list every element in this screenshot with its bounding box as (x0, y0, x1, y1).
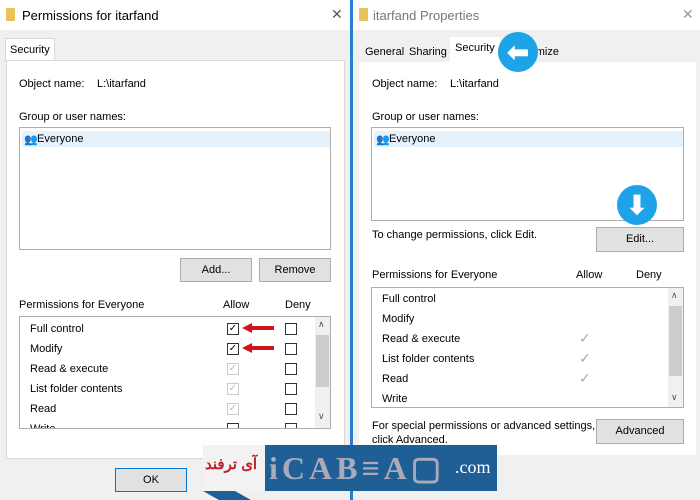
scrollbar-thumb[interactable] (316, 335, 329, 387)
permission-row: Write (30, 423, 56, 429)
permissions-dialog: Permissions for itarfand ✕ Security Obje… (0, 0, 350, 500)
list-item[interactable]: 👥 Everyone (22, 131, 330, 147)
close-button[interactable]: ✕ (331, 6, 343, 23)
allow-check-icon: ✓ (579, 370, 591, 386)
watermark-persian-text: آی ترفند (205, 456, 258, 473)
title-bar: itarfand Properties ✕ (353, 0, 700, 30)
tab-general[interactable]: General (361, 41, 408, 63)
allow-check-icon: ✓ (579, 330, 591, 346)
scroll-down-icon[interactable]: ∨ (671, 392, 678, 403)
permissions-list: ∧ ∨ Full control Modify Read & execute ✓ Lis… (371, 287, 684, 408)
properties-dialog: itarfand Properties ✕ General Sharing Se… (353, 0, 700, 500)
user-list[interactable]: 👥 Everyone (19, 127, 331, 250)
deny-checkbox[interactable] (285, 403, 297, 415)
deny-checkbox[interactable] (285, 323, 297, 335)
folder-icon (359, 8, 368, 21)
allow-checkbox[interactable]: ✓ (227, 403, 239, 415)
blue-down-arrow-icon: ⬇ (617, 185, 657, 225)
group-label: Group or user names: (372, 111, 479, 123)
user-name: Everyone (37, 133, 84, 145)
permission-row: Modify (30, 343, 63, 355)
permission-row: List folder contents (30, 383, 123, 395)
scrollbar[interactable]: ∧ ∨ (315, 317, 330, 428)
users-icon: 👥 (376, 134, 390, 146)
deny-header: Deny (636, 269, 662, 281)
allow-checkbox[interactable]: ✓ (227, 363, 239, 375)
dialog-title: itarfand Properties (373, 8, 480, 23)
list-item[interactable]: 👥 Everyone (374, 131, 683, 147)
scrollbar[interactable]: ∧ ∨ (668, 288, 683, 407)
users-icon: 👥 (24, 134, 38, 146)
permission-row: Modify (382, 313, 415, 325)
advanced-button[interactable]: Advanced (596, 419, 684, 444)
permission-row: List folder contents (382, 353, 475, 365)
allow-checkbox[interactable]: ✓ (227, 383, 239, 395)
watermark-domain: .com (455, 457, 491, 477)
perms-label: Permissions for Everyone (372, 269, 498, 281)
scrollbar-thumb[interactable] (669, 306, 682, 376)
permission-row: Read & execute (30, 363, 109, 375)
group-label: Group or user names: (19, 111, 126, 123)
allow-checkbox[interactable]: ✓ (227, 323, 239, 335)
red-arrow-icon (242, 343, 274, 353)
deny-checkbox[interactable] (285, 343, 297, 355)
object-name-label: Object name: (372, 78, 438, 90)
deny-checkbox[interactable] (285, 383, 297, 395)
dialog-title: Permissions for itarfand (22, 8, 159, 23)
permission-row: Read & execute (382, 333, 461, 345)
allow-check-icon: ✓ (579, 350, 591, 366)
ok-button[interactable]: OK (115, 468, 187, 492)
perms-label: Permissions for Everyone (19, 299, 145, 311)
allow-checkbox[interactable] (227, 423, 239, 428)
permission-row: Write (382, 393, 408, 405)
object-name-value: L:\itarfand (97, 78, 146, 90)
edit-button[interactable]: Edit... (596, 227, 684, 252)
scroll-up-icon[interactable]: ∧ (671, 290, 678, 301)
tab-sharing[interactable]: Sharing (405, 41, 451, 63)
folder-icon (6, 8, 15, 21)
remove-button[interactable]: Remove (259, 258, 331, 282)
watermark-logo: iCAB≡A▢ .com (265, 445, 497, 491)
scroll-down-icon[interactable]: ∨ (318, 411, 325, 422)
change-permissions-text: To change permissions, click Edit. (372, 229, 538, 241)
permissions-list: ∧ ∨ Full control ✓ Modify ✓ Read & execute ✓ L… (19, 316, 331, 429)
security-panel: Object name: L:\itarfand Group or user n… (6, 60, 345, 459)
tab-security[interactable]: Security (5, 38, 55, 61)
deny-checkbox[interactable] (285, 423, 297, 428)
blue-left-arrow-icon: ⬅ (498, 32, 538, 72)
red-arrow-icon (242, 323, 274, 333)
advanced-text: For special permissions or advanced sett… (372, 420, 596, 432)
object-name-label: Object name: (19, 78, 85, 90)
deny-header: Deny (285, 299, 311, 311)
title-bar: Permissions for itarfand ✕ (0, 0, 350, 30)
security-panel: Object name: L:\itarfand Group or user n… (359, 62, 696, 455)
watermark-text-block: آی ترفند (203, 445, 265, 491)
add-button[interactable]: Add... (180, 258, 252, 282)
permission-row: Read (382, 373, 409, 385)
allow-header: Allow (576, 269, 603, 281)
permission-row: Full control (30, 323, 84, 335)
allow-checkbox[interactable]: ✓ (227, 343, 239, 355)
tab-security[interactable]: Security (450, 37, 500, 63)
close-button[interactable]: ✕ (682, 6, 694, 23)
deny-checkbox[interactable] (285, 363, 297, 375)
permission-row: Read (30, 403, 57, 415)
scroll-up-icon[interactable]: ∧ (318, 319, 325, 330)
logo-mark-icon: iCAB≡A▢ (269, 450, 446, 486)
permission-row: Full control (382, 293, 436, 305)
object-name-value: L:\itarfand (450, 78, 499, 90)
user-name: Everyone (389, 133, 436, 145)
allow-header: Allow (223, 299, 250, 311)
